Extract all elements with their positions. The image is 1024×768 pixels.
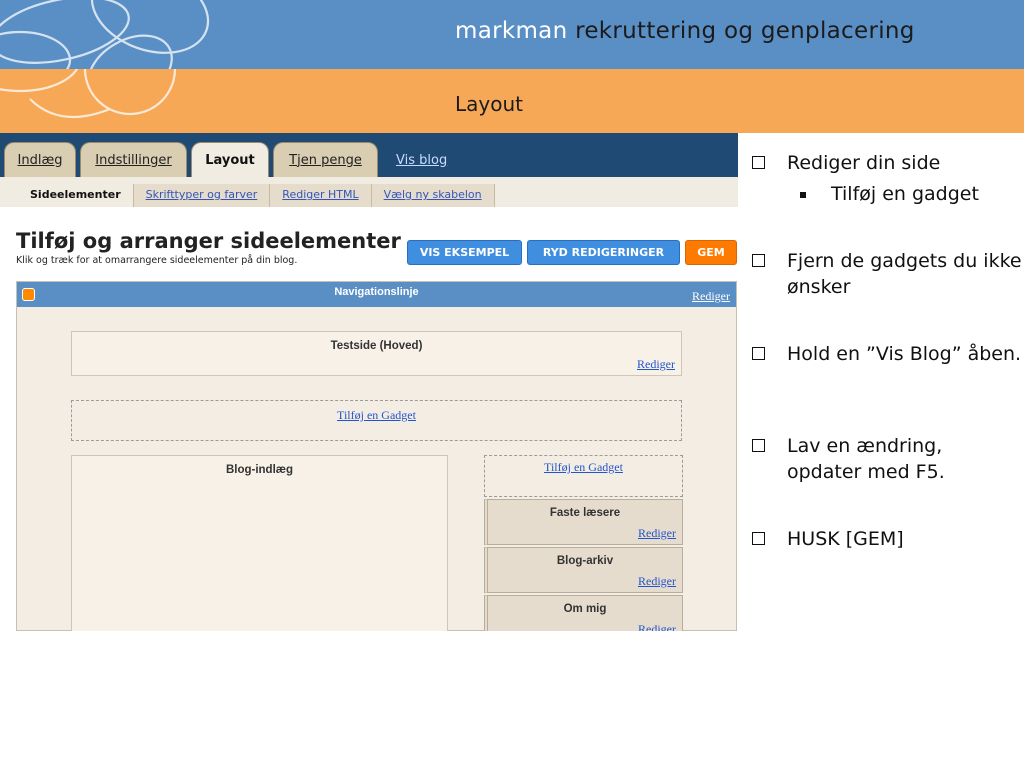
page-heading: Tilføj og arranger sideelementer [16, 229, 401, 253]
view-blog-link[interactable]: Vis blog [396, 153, 447, 168]
bullet-text: Hold en ”Vis Blog” åben. [787, 343, 1022, 365]
header-gadget-title: Testside (Hoved) [330, 340, 423, 352]
filled-square-bullet-icon [800, 192, 806, 198]
gadget-followers[interactable]: Faste læsere Rediger [484, 499, 683, 545]
header-gadget-edit-link[interactable]: Rediger [637, 357, 675, 372]
navbar-title: Navigationslinje [334, 286, 419, 298]
gadget-title: Faste læsere [549, 507, 621, 519]
navbar-element: Navigationslinje Rediger [17, 282, 736, 307]
hollow-square-bullet-icon [752, 347, 765, 360]
subtab-bar: Sideelementer Skrifttyper og farver Redi… [0, 177, 738, 207]
layout-canvas: Navigationslinje Rediger Testside (Hoved… [16, 281, 737, 631]
hollow-square-bullet-icon [752, 439, 765, 452]
subtab-page-elements[interactable]: Sideelementer [18, 184, 134, 207]
slide-title: Layout [455, 92, 523, 116]
hollow-square-bullet-icon [752, 532, 765, 545]
add-gadget-link-sidebar[interactable]: Tilføj en Gadget [485, 460, 682, 475]
gadget-edit-link[interactable]: Rediger [638, 526, 676, 541]
subtab-edit-html[interactable]: Rediger HTML [270, 184, 372, 207]
add-gadget-area-sidebar: Tilføj en Gadget [484, 455, 683, 497]
blogger-tab-bar: Indlæg Indstillinger Layout Tjen penge V… [0, 133, 738, 178]
add-gadget-area-main: Tilføj en Gadget [71, 400, 682, 441]
brand-name: markman rekruttering og genplacering [455, 18, 915, 44]
subtab-pick-template[interactable]: Vælg ny skabelon [372, 184, 495, 207]
page-subtext: Klik og træk for at omarrangere sideelem… [16, 255, 298, 266]
gadget-title: Blog-arkiv [556, 555, 614, 567]
preview-button[interactable]: VIS EKSEMPEL [407, 240, 522, 265]
gadget-edit-link[interactable]: Rediger [638, 574, 676, 589]
blog-posts-title: Blog-indlæg [225, 464, 294, 476]
subtab-list: Sideelementer Skrifttyper og farver Redi… [18, 184, 495, 207]
bullet-text: Rediger din side [787, 152, 941, 174]
navbar-edit-link[interactable]: Rediger [692, 289, 730, 304]
gadget-title: Om mig [563, 603, 607, 615]
sub-bullet-text: Tilføj en gadget [831, 183, 979, 205]
bullet-text: Lav en ændring, opdater med F5. [787, 435, 945, 483]
add-gadget-link-main[interactable]: Tilføj en Gadget [72, 408, 681, 423]
clear-edits-button[interactable]: RYD REDIGERINGER [527, 240, 680, 265]
hollow-square-bullet-icon [752, 156, 765, 169]
tab-settings[interactable]: Indstillinger [80, 142, 187, 177]
hollow-square-bullet-icon [752, 254, 765, 267]
subtab-fonts-colors[interactable]: Skrifttyper og farver [134, 184, 271, 207]
blog-posts-box[interactable]: Blog-indlæg [71, 455, 448, 631]
header-gadget-box[interactable]: Testside (Hoved) Rediger [71, 331, 682, 376]
blogger-layout-screenshot: Indlæg Indstillinger Layout Tjen penge V… [0, 133, 738, 631]
gadget-blog-archive[interactable]: Blog-arkiv Rediger [484, 547, 683, 593]
slide-header-band: markman rekruttering og genplacering [0, 0, 1024, 69]
tab-monetize[interactable]: Tjen penge [273, 142, 378, 177]
tab-posts[interactable]: Indlæg [4, 142, 76, 177]
tab-layout[interactable]: Layout [191, 142, 269, 178]
bullet-text: Fjern de gadgets du ikke ønsker [787, 250, 1022, 298]
decorative-swirl-graphic-lower [0, 69, 177, 119]
save-button[interactable]: GEM [685, 240, 737, 265]
decorative-swirl-graphic [0, 0, 210, 69]
bullet-text: HUSK [GEM] [787, 528, 904, 550]
gadget-edit-link[interactable]: Rediger [638, 622, 676, 631]
gadget-about-me[interactable]: Om mig Rediger [484, 595, 683, 631]
